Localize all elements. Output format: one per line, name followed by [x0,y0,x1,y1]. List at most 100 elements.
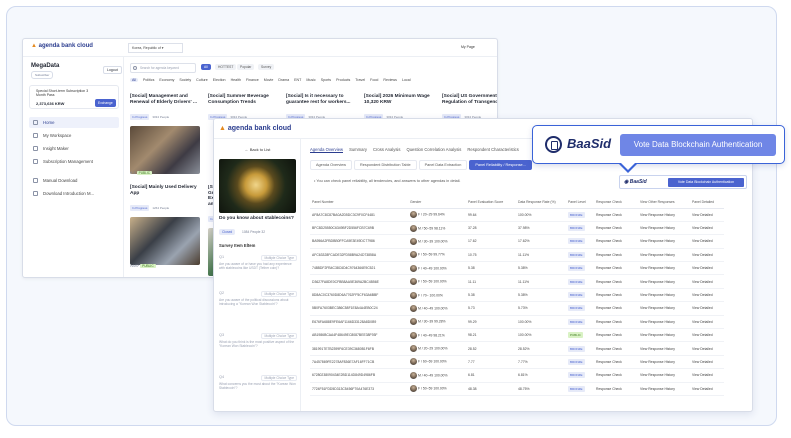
response-check-link[interactable]: Response Check [594,288,638,303]
category-politics[interactable]: Politics [143,78,154,82]
search-input[interactable]: Search for agenda keyword [130,63,196,73]
tab-question-correlation[interactable]: Question Correlation Analysis [406,147,461,152]
view-response-history-link[interactable]: View Response History [638,261,690,276]
tab-summary[interactable]: Summary [349,147,367,152]
view-response-history-link[interactable]: View Response History [638,288,690,303]
baasid-callout: BaaSid Vote Data Blockchain Authenticati… [532,125,785,164]
response-check-link[interactable]: Response Check [594,355,638,370]
view-detailed-link[interactable]: View Detailed [690,208,724,222]
response-check-link[interactable]: Response Check [594,382,638,396]
category-economy[interactable]: Economy [159,78,174,82]
exchange-button[interactable]: Exchange [95,99,116,107]
view-detailed-link[interactable]: View Detailed [690,368,724,383]
view-response-history-link[interactable]: View Response History [638,208,690,222]
response-check-link[interactable]: Response Check [594,301,638,316]
view-response-history-link[interactable]: View Response History [638,221,690,236]
category-movie[interactable]: Movie [264,78,274,82]
category-society[interactable]: Society [179,78,191,82]
response-check-link[interactable]: Response Check [594,341,638,356]
vote-blockchain-auth-button[interactable]: Vote Data Blockchain Authentication [620,134,776,156]
category-reviews[interactable]: Reviews [383,78,397,82]
view-response-history-link[interactable]: View Response History [638,234,690,249]
category-products[interactable]: Products [336,78,350,82]
chip-popular[interactable]: Popular [237,64,255,70]
category-culture[interactable]: Culture [196,78,208,82]
back-to-list-link[interactable]: ← Back to List [214,147,300,152]
nav-my-workspace[interactable]: My Workspace [29,130,119,141]
view-detailed-link[interactable]: View Detailed [690,382,724,396]
category-food[interactable]: Food [370,78,378,82]
view-response-history-link[interactable]: View Response History [638,355,690,370]
tab-respondent-characteristics[interactable]: Respondent Characteristics [467,147,518,152]
view-detailed-link[interactable]: View Detailed [690,288,724,303]
view-response-history-link[interactable]: View Response History [638,315,690,330]
response-check-link[interactable]: Response Check [594,368,638,383]
country-select[interactable]: Korea, Republic of ▾ [128,43,183,53]
category-drama[interactable]: Drama [278,78,289,82]
response-check-link[interactable]: Response Check [594,208,638,222]
category-health[interactable]: Health [231,78,241,82]
subtab-respondent-distribution[interactable]: Respondent Distribution Table [353,160,417,170]
survey-item[interactable]: Q1 Multiple Choice Type Are you aware of … [219,255,297,270]
view-response-history-link[interactable]: View Response History [638,382,690,396]
category-sports[interactable]: Sports [321,78,331,82]
view-detailed-link[interactable]: View Detailed [690,315,724,330]
survey-item[interactable]: Q3 Multiple Choice Type What do you think… [219,333,297,348]
view-detailed-link[interactable]: View Detailed [690,341,724,356]
response-check-link[interactable]: Response Check [594,328,638,343]
response-check-link[interactable]: Response Check [594,315,638,330]
response-check-link[interactable]: Response Check [594,274,638,289]
view-response-history-link[interactable]: View Response History [638,248,690,263]
nav-subscription[interactable]: Subscription Management [29,156,119,167]
chip-hottest[interactable]: HOTTEST [215,64,237,70]
subtab-panel-reliability[interactable]: Panel Reliability / Response... [469,160,532,170]
view-response-history-link[interactable]: View Response History [638,368,690,383]
view-detailed-link[interactable]: View Detailed [690,261,724,276]
subtab-agenda-overview[interactable]: Agenda Overview [310,160,352,170]
category-ent[interactable]: ENT [294,78,301,82]
tab-cross-analysis[interactable]: Cross Analysis [373,147,400,152]
nav-manual-download[interactable]: Manual Download [29,175,119,186]
nav-home[interactable]: Home [29,117,119,128]
survey-item[interactable]: Q2 Multiple Choice Type Are you aware of … [219,291,297,306]
tab-agenda-overview[interactable]: Agenda Overview [310,147,344,153]
view-detailed-link[interactable]: View Detailed [690,274,724,289]
response-check-link[interactable]: Response Check [594,221,638,236]
view-detailed-link[interactable]: View Detailed [690,248,724,263]
agenda-card[interactable]: [Social] Management and Renewal of Elder… [130,94,203,174]
agenda-card[interactable]: [Social] Mainly Used Delivery App In Pro… [130,185,203,265]
chip-survey[interactable]: Survey [258,64,275,70]
nav-intro-download[interactable]: Download Introduction M... [29,188,119,199]
response-check-link[interactable]: Response Check [594,261,638,276]
category-local[interactable]: Local [402,78,411,82]
view-detailed-link[interactable]: View Detailed [690,355,724,370]
view-response-history-link[interactable]: View Response History [638,341,690,356]
view-detailed-link[interactable]: View Detailed [690,328,724,343]
logo[interactable]: ▲ agenda bank cloud [31,43,93,49]
view-detailed-link[interactable]: View Detailed [690,301,724,316]
category-election[interactable]: Election [213,78,226,82]
category-music[interactable]: Music [306,78,315,82]
view-response-history-link[interactable]: View Response History [638,274,690,289]
category-travel[interactable]: Travel [355,78,365,82]
response-check-link[interactable]: Response Check [594,234,638,249]
blockchain-auth-button[interactable]: Vote Data Blockchain Authentication [668,178,744,187]
logo[interactable]: ▲ agenda bank cloud [219,125,291,132]
view-detailed-link[interactable]: View Detailed [690,221,724,236]
panel-number: AB1986BCAA4F48649EC8087BEE38F93F [310,328,408,343]
category-all[interactable]: All [130,78,138,82]
view-response-history-link[interactable]: View Response History [638,328,690,343]
column-header: Gender [408,197,466,209]
survey-item[interactable]: Q4 Multiple Choice Type What concerns you… [219,375,297,390]
category-finance[interactable]: Finance [246,78,259,82]
subtab-panel-data-extraction[interactable]: Panel Data Extraction [418,160,468,170]
chip-all[interactable]: All [201,64,211,70]
participants-count: 1084 People 32 [242,230,266,234]
logout-button[interactable]: Logout [103,66,122,74]
response-check-link[interactable]: Response Check [594,248,638,263]
my-page-link[interactable]: My Page [461,45,475,49]
avatar [410,224,417,232]
view-detailed-link[interactable]: View Detailed [690,234,724,249]
nav-insight-maker[interactable]: Insight Maker [29,143,119,154]
view-response-history-link[interactable]: View Response History [638,301,690,316]
